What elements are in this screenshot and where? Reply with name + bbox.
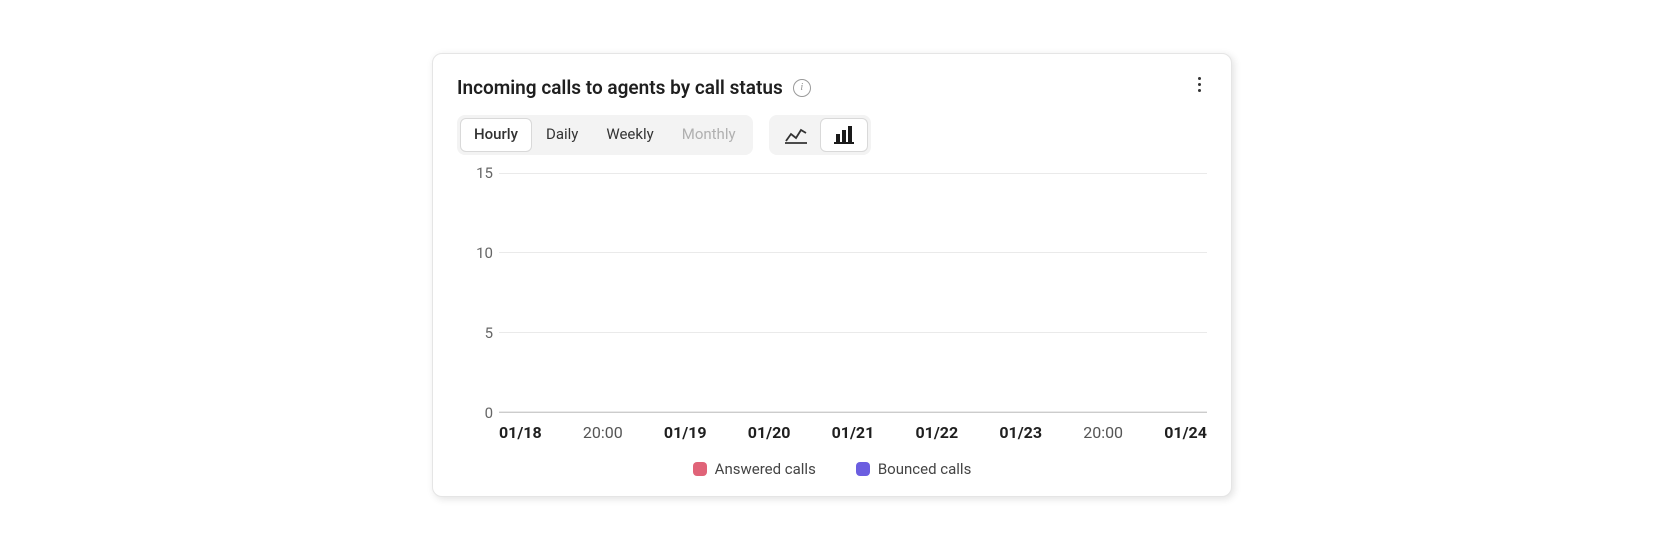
x-tick-label: 20:00: [1083, 423, 1123, 442]
legend-label-bounced: Bounced calls: [878, 460, 972, 478]
tab-weekly[interactable]: Weekly: [592, 118, 667, 152]
y-tick-label: 10: [457, 244, 493, 262]
bar-chart-icon: [834, 126, 854, 144]
chart-area: 051015: [457, 173, 1207, 413]
x-tick-label: 01/18: [499, 423, 542, 442]
legend-label-answered: Answered calls: [715, 460, 816, 478]
bar-chart-button[interactable]: [820, 118, 868, 152]
gridline: [499, 332, 1207, 333]
x-tick-label: 01/19: [664, 423, 707, 442]
more-options-button[interactable]: [1187, 72, 1211, 96]
y-tick-label: 15: [457, 164, 493, 182]
controls-row: Hourly Daily Weekly Monthly: [457, 115, 1207, 155]
gridline: [499, 252, 1207, 253]
gridline: [499, 411, 1207, 412]
line-chart-button[interactable]: [772, 118, 820, 152]
tab-monthly: Monthly: [668, 118, 750, 152]
tab-hourly[interactable]: Hourly: [460, 118, 532, 152]
y-tick-label: 0: [457, 404, 493, 422]
chart-type-toggle: [769, 115, 871, 155]
x-tick-label: 01/21: [832, 423, 875, 442]
chart-plot: [499, 173, 1207, 413]
legend-swatch-bounced: [856, 462, 870, 476]
line-chart-icon: [785, 126, 807, 144]
info-icon[interactable]: i: [793, 79, 811, 97]
card-title: Incoming calls to agents by call status: [457, 76, 783, 99]
chart-bars: [499, 173, 1207, 411]
card-header: Incoming calls to agents by call status …: [457, 76, 1207, 99]
legend-item-answered[interactable]: Answered calls: [693, 460, 816, 478]
legend-item-bounced[interactable]: Bounced calls: [856, 460, 972, 478]
legend-swatch-answered: [693, 462, 707, 476]
x-tick-label: 01/22: [915, 423, 958, 442]
chart-card: Incoming calls to agents by call status …: [432, 53, 1232, 497]
x-tick-label: 01/24: [1164, 423, 1207, 442]
x-tick-label: 01/23: [999, 423, 1042, 442]
gridline: [499, 173, 1207, 174]
x-axis: 01/18 20:00 01/19 01/20 01/21 01/22 01/23 20:00…: [457, 423, 1207, 442]
y-tick-label: 5: [457, 324, 493, 342]
x-tick-label: 20:00: [583, 423, 623, 442]
chart-legend: Answered calls Bounced calls: [457, 460, 1207, 478]
granularity-tabs: Hourly Daily Weekly Monthly: [457, 115, 753, 155]
x-tick-label: 01/20: [748, 423, 791, 442]
tab-daily[interactable]: Daily: [532, 118, 592, 152]
